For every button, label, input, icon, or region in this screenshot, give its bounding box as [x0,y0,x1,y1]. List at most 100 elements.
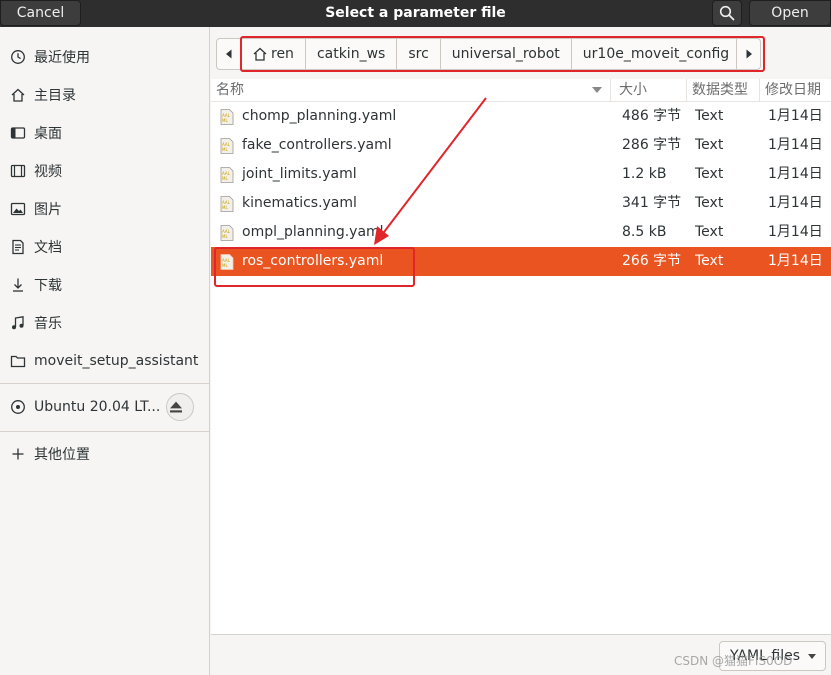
file-modified: 1月14日 [768,166,823,182]
crumb-catkin-ws[interactable]: catkin_ws [305,38,398,70]
file-name: joint_limits.yaml [242,166,357,182]
header-bar: Cancel Select a parameter file Open [0,0,831,27]
home-icon [253,47,267,61]
file-type: Text [695,253,724,269]
column-header-row: 名称 大小 数据类型 修改日期 [211,79,831,102]
column-header-size[interactable]: 大小 [614,79,687,101]
sidebar-item-ubuntu-volume[interactable]: Ubuntu 20.04 LT... [0,388,209,426]
sidebar-item-other-locations[interactable]: 其他位置 [0,435,209,473]
file-name: kinematics.yaml [242,195,357,211]
file-row[interactable]: AAL ML ompl_planning.yaml 8.5 kB Text 1月14日 [211,218,831,247]
sidebar-item-moveit-setup-assistant[interactable]: moveit_setup_assistant [0,342,209,380]
path-scroll-right-button[interactable] [736,38,761,70]
file-size: 286 字节 [622,137,682,153]
sidebar-item-label: 下载 [34,278,62,294]
sidebar-item-label: Ubuntu 20.04 LT... [34,399,161,415]
file-name: ompl_planning.yaml [242,224,384,240]
crumb-src[interactable]: src [397,38,441,70]
file-row[interactable]: AAL ML fake_controllers.yaml 286 字节 Text 1月14… [211,131,831,160]
column-header-label: 名称 [216,82,244,98]
chevron-right-icon [746,49,752,59]
file-name: chomp_planning.yaml [242,108,397,124]
search-button[interactable] [712,0,742,26]
svg-text:ML: ML [222,234,228,239]
svg-text:ML: ML [222,205,228,210]
sidebar-item-label: 图片 [34,202,62,218]
crumb-ur10e-moveit-config[interactable]: ur10e_moveit_config [571,38,742,70]
text-file-icon: AALML [220,138,234,154]
crumb-label: ren [271,46,294,62]
sidebar-item-label: 音乐 [34,316,62,332]
text-file-icon: AALML [220,109,234,125]
chevron-down-icon [808,654,816,659]
crumb-universal-robot[interactable]: universal_robot [440,38,572,70]
file-type: Text [695,195,724,211]
svg-text:ML: ML [222,263,228,268]
breadcrumb: ren catkin_ws src universal_robot ur10e_… [241,38,742,70]
file-row[interactable]: AAL ML ros_controllers.yaml 266 字节 Text 1月14日 [211,247,831,276]
sidebar-item-home[interactable]: 主目录 [0,76,209,114]
path-scroll-left-button[interactable] [216,38,241,70]
sidebar-item-label: 视频 [34,164,62,180]
sidebar-item-documents[interactable]: 文档 [0,228,209,266]
recent-icon [11,50,25,64]
sort-down-icon [592,87,602,93]
sidebar-item-pictures[interactable]: 图片 [0,190,209,228]
crumb-home[interactable]: ren [241,38,306,70]
file-type: Text [695,166,724,182]
video-icon [10,164,26,178]
eject-icon [170,401,182,413]
file-modified: 1月14日 [768,195,823,211]
file-filter-dropdown[interactable]: YAML files [719,641,826,671]
file-name: ros_controllers.yaml [242,253,384,269]
file-name: fake_controllers.yaml [242,137,392,153]
text-file-icon: AALML [220,254,234,270]
sidebar-item-label: 桌面 [34,126,62,142]
sidebar-separator [0,431,209,432]
eject-button[interactable] [166,393,194,421]
file-modified: 1月14日 [768,224,823,240]
sidebar-item-label: 其他位置 [34,447,90,463]
sidebar-item-desktop[interactable]: 桌面 [0,114,209,152]
cancel-button[interactable]: Cancel [0,0,81,26]
file-type: Text [695,137,724,153]
plus-icon [12,448,24,460]
text-file-icon: AALML [220,196,234,212]
picture-icon [10,202,26,216]
column-header-type[interactable]: 数据类型 [687,79,760,101]
sidebar-item-videos[interactable]: 视频 [0,152,209,190]
file-type: Text [695,108,724,124]
file-modified: 1月14日 [768,253,823,269]
file-row[interactable]: AAL ML kinematics.yaml 341 字节 Text 1月14日 [211,189,831,218]
sidebar-item-label: 文档 [34,240,62,256]
sidebar-item-downloads[interactable]: 下载 [0,266,209,304]
svg-text:ML: ML [222,176,228,181]
sidebar-item-label: 最近使用 [34,50,90,66]
sidebar-separator [0,383,209,384]
music-icon [12,316,24,330]
desktop-icon [10,127,26,139]
file-size: 8.5 kB [622,224,667,240]
column-header-name[interactable]: 名称 [211,79,611,101]
svg-text:ML: ML [222,118,228,123]
sidebar-item-music[interactable]: 音乐 [0,304,209,342]
open-button[interactable]: Open [749,0,831,26]
file-modified: 1月14日 [768,108,823,124]
file-row[interactable]: AAL ML joint_limits.yaml 1.2 kB Text 1月14日 [211,160,831,189]
document-icon [12,239,24,255]
sidebar-item-recent[interactable]: 最近使用 [0,38,209,76]
home-icon [11,88,25,102]
file-size: 486 字节 [622,108,682,124]
file-type: Text [695,224,724,240]
path-bar: ren catkin_ws src universal_robot ur10e_… [211,27,831,79]
text-file-icon: AALML [220,225,234,241]
file-size: 341 字节 [622,195,682,211]
file-row[interactable]: AAL ML chomp_planning.yaml 486 字节 Text 1月14日 [211,102,831,131]
column-header-modified[interactable]: 修改日期 [760,79,831,101]
folder-icon [10,355,26,368]
sidebar-item-label: moveit_setup_assistant [34,353,199,369]
text-file-icon: AALML [220,167,234,183]
file-size: 266 字节 [622,253,682,269]
dialog-title: Select a parameter file [325,5,506,21]
svg-text:ML: ML [222,147,228,152]
